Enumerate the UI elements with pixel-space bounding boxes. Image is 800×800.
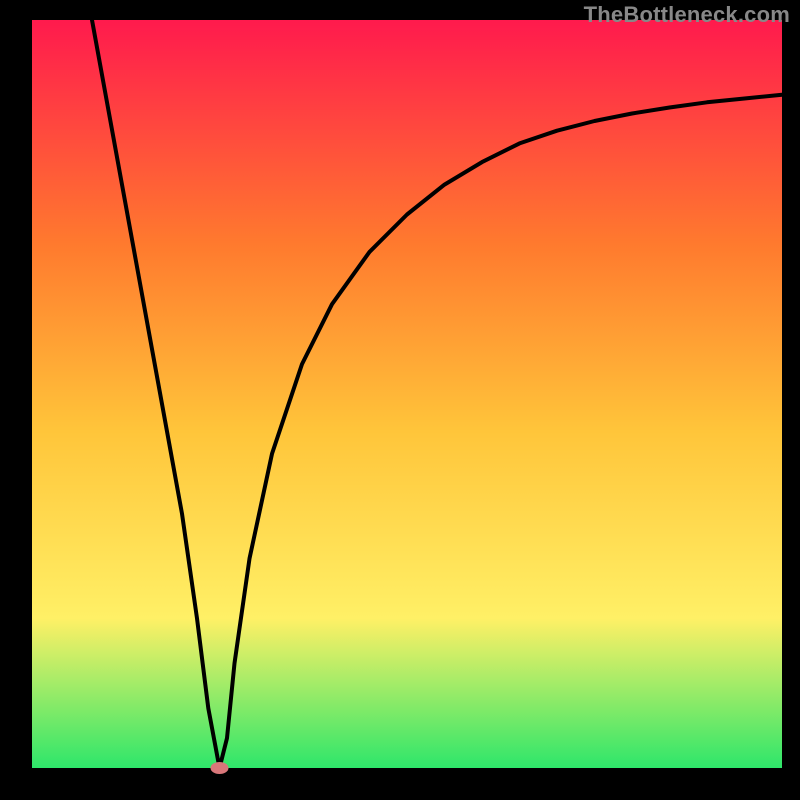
optimum-marker	[211, 762, 229, 774]
watermark-text: TheBottleneck.com	[584, 2, 790, 28]
plot-background	[32, 20, 782, 768]
chart-svg	[0, 0, 800, 800]
chart-container: { "watermark": "TheBottleneck.com", "cha…	[0, 0, 800, 800]
